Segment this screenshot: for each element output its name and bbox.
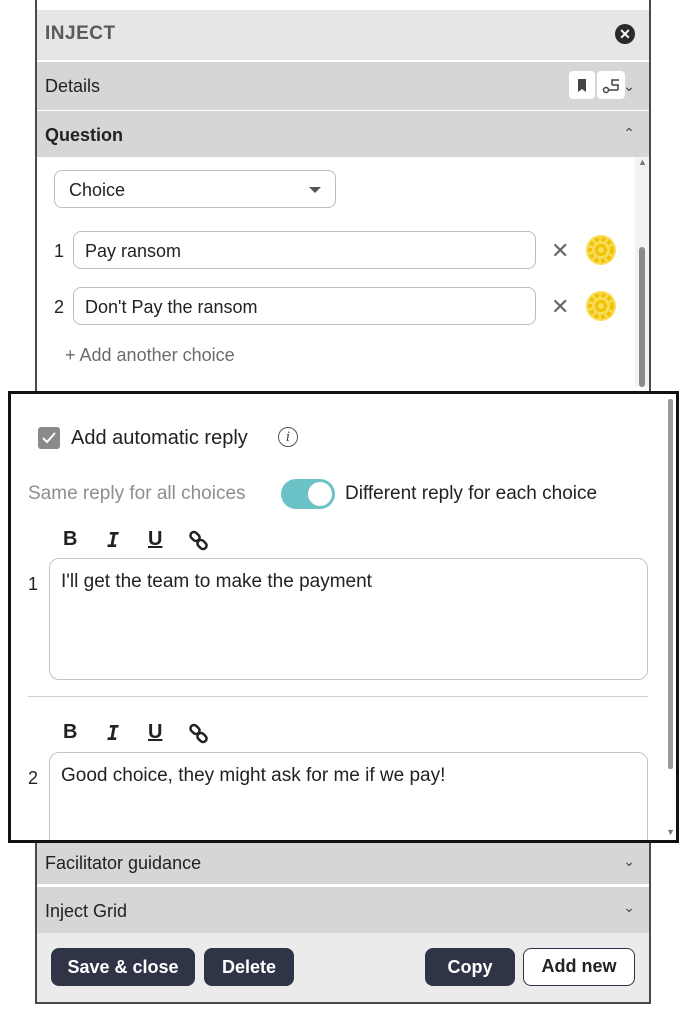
section-details-label: Details — [45, 76, 101, 96]
choice-row: 2 Don't Pay the ransom ✕ — [54, 287, 634, 327]
same-reply-label: Same reply for all choices — [28, 483, 246, 504]
chevron-down-icon[interactable]: ⌄ — [623, 853, 635, 870]
auto-reply-checkbox[interactable] — [38, 427, 60, 449]
choice-text: Pay ransom — [85, 241, 182, 261]
bookmark-button[interactable] — [569, 71, 595, 99]
section-details[interactable]: Details ⌄ — [37, 62, 649, 110]
choice-input[interactable]: Pay ransom — [73, 231, 536, 269]
chevron-up-icon[interactable]: ⌃ — [623, 125, 635, 142]
format-toolbar: B I U — [63, 528, 243, 556]
underline-button[interactable]: U — [148, 721, 162, 744]
info-icon[interactable]: i — [278, 427, 298, 447]
italic-button[interactable]: I — [107, 528, 119, 552]
italic-button[interactable]: I — [107, 721, 119, 745]
section-facilitator-label: Facilitator guidance — [45, 853, 202, 873]
bold-button[interactable]: B — [63, 721, 77, 744]
dropdown-caret-icon — [309, 187, 321, 193]
save-close-button[interactable]: Save & close — [51, 948, 195, 986]
section-grid-label: Inject Grid — [45, 901, 128, 921]
panel-title: INJECT — [45, 23, 116, 44]
remove-choice-icon[interactable]: ✕ — [551, 294, 569, 320]
question-scrollbar[interactable]: ▲ — [635, 157, 649, 387]
panel-header: INJECT ✕ — [37, 10, 649, 60]
choice-settings-icon[interactable] — [584, 233, 618, 267]
scrollbar-thumb[interactable] — [639, 247, 645, 387]
toggle-knob — [308, 482, 332, 506]
delete-button[interactable]: Delete — [204, 948, 294, 986]
bold-button[interactable]: B — [63, 528, 77, 551]
reply-mode-toggle[interactable] — [281, 479, 335, 509]
add-new-button[interactable]: Add new — [523, 948, 635, 986]
checkmark-icon — [42, 432, 56, 444]
choice-number: 1 — [54, 241, 65, 261]
link-icon[interactable] — [188, 723, 210, 751]
automatic-reply-zoom: Add automatic reply i Same reply for all… — [8, 391, 679, 843]
choice-input[interactable]: Don't Pay the ransom — [73, 287, 536, 325]
add-choice-button[interactable]: + Add another choice — [65, 345, 235, 366]
reply-number: 1 — [28, 574, 39, 594]
scroll-down-icon[interactable]: ▼ — [666, 827, 675, 837]
choice-number: 2 — [54, 297, 65, 317]
close-icon[interactable]: ✕ — [615, 24, 635, 44]
reply-scrollbar-thumb[interactable] — [668, 399, 673, 769]
reply-editor[interactable]: Good choice, they might ask for me if we… — [49, 752, 648, 840]
remove-choice-icon[interactable]: ✕ — [551, 238, 569, 264]
section-question[interactable]: Question ⌃ — [37, 111, 649, 157]
underline-button[interactable]: U — [148, 528, 162, 551]
choice-text: Don't Pay the ransom — [85, 297, 258, 317]
copy-button[interactable]: Copy — [425, 948, 515, 986]
bookmark-icon — [578, 79, 586, 92]
choice-row: 1 Pay ransom ✕ — [54, 231, 634, 271]
chevron-down-icon[interactable]: ⌄ — [623, 78, 635, 95]
branch-icon — [602, 79, 619, 94]
section-inject-grid[interactable]: Inject Grid ⌄ — [37, 887, 649, 933]
section-question-label: Question — [45, 125, 124, 145]
divider — [28, 696, 648, 697]
reply-number: 2 — [28, 768, 39, 788]
choice-settings-icon[interactable] — [584, 289, 618, 323]
branch-button[interactable] — [597, 71, 625, 99]
reply-text: Good choice, they might ask for me if we… — [61, 765, 446, 786]
scroll-up-icon[interactable]: ▲ — [638, 157, 647, 167]
link-icon[interactable] — [188, 530, 210, 558]
section-facilitator-guidance[interactable]: Facilitator guidance ⌄ — [37, 842, 649, 884]
question-type-select[interactable]: Choice — [54, 170, 336, 208]
auto-reply-label: Add automatic reply — [71, 427, 248, 449]
question-type-value: Choice — [69, 180, 126, 200]
reply-editor[interactable]: I'll get the team to make the payment — [49, 558, 648, 680]
reply-text: I'll get the team to make the payment — [61, 571, 372, 592]
panel-footer: Save & close Delete Copy Add new — [37, 933, 649, 1002]
different-reply-label: Different reply for each choice — [345, 483, 598, 504]
format-toolbar: B I U — [63, 721, 243, 749]
chevron-down-icon[interactable]: ⌄ — [623, 899, 635, 916]
